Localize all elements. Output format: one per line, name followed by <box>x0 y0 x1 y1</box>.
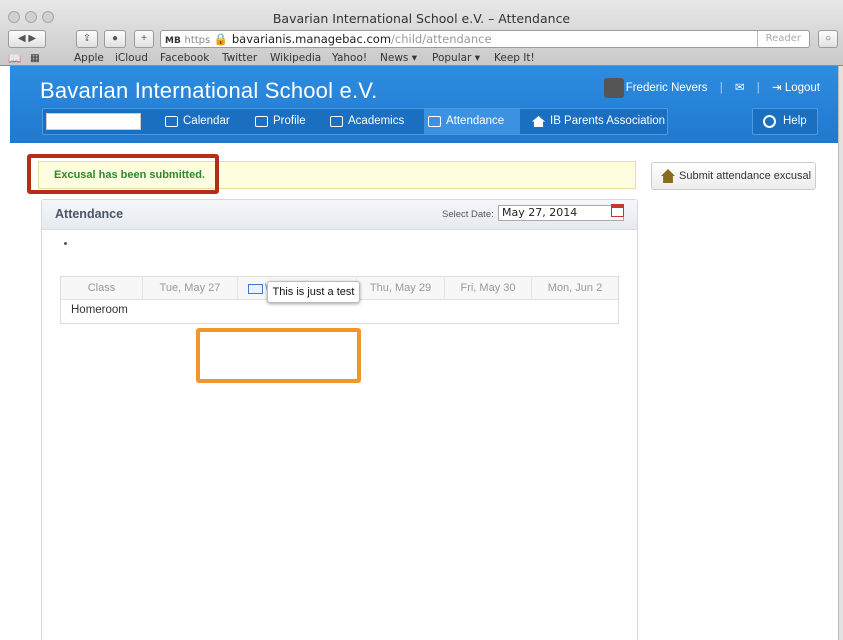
bookmark-news[interactable]: News ▾ <box>380 52 417 64</box>
bullet <box>64 242 67 245</box>
url-domain: bavarianis.managebac.com <box>231 32 392 46</box>
school-name[interactable]: Bavarian International School e.V. <box>40 78 377 104</box>
downloads-button[interactable]: ○ <box>818 30 838 48</box>
divider: | <box>756 82 760 94</box>
bookmark-apple[interactable]: Apple <box>74 52 104 64</box>
lock-icon: 🔒 <box>213 32 229 46</box>
browser-window: Bavarian International School e.V. – Att… <box>0 0 843 640</box>
attendance-table: Class Tue, May 27 Wed, May 28 Thu, May 2… <box>60 276 619 324</box>
highlight-annotation-red <box>27 154 219 194</box>
select-date-label: Select Date: <box>442 209 494 220</box>
calendar-icon[interactable] <box>611 204 624 217</box>
back-forward-buttons[interactable]: ◀ ▶ <box>8 30 46 48</box>
home-icon <box>661 169 675 183</box>
share-button[interactable]: ⇪ <box>76 30 98 48</box>
logout-link[interactable]: Logout <box>785 82 820 94</box>
calendar-icon <box>165 116 178 127</box>
column-header-date: Tue, May 27 <box>143 277 238 299</box>
nav-label: Academics <box>348 115 405 127</box>
reading-list-icon[interactable]: 📖 <box>8 52 21 65</box>
bookmark-facebook[interactable]: Facebook <box>160 52 209 64</box>
messages-icon[interactable]: ✉ <box>735 82 745 94</box>
bookmark-keep-it[interactable]: Keep It! <box>494 52 535 64</box>
site-favicon: MB <box>165 36 181 46</box>
panel-header: Attendance Select Date: May 27, 2014 <box>42 200 637 230</box>
nav-label: Attendance <box>446 115 505 127</box>
history-button[interactable]: ● <box>104 30 126 48</box>
excusal-tooltip: This is just a test <box>267 281 360 303</box>
bookmarks-bar: 📖 ▦ Apple iCloud Facebook Twitter Wikipe… <box>0 52 843 66</box>
address-bar[interactable]: MB https 🔒 bavarianis.managebac.com/chil… <box>160 30 810 48</box>
column-header-date: Fri, May 30 <box>445 277 532 299</box>
user-name-link[interactable]: Frederic Nevers <box>626 82 708 94</box>
browser-toolbar: Bavarian International School e.V. – Att… <box>0 0 843 66</box>
nav-academics[interactable]: Academics <box>326 109 404 134</box>
bookmark-icloud[interactable]: iCloud <box>115 52 148 64</box>
url-scheme: https <box>184 35 211 46</box>
avatar[interactable] <box>603 78 624 98</box>
help-label: Help <box>783 115 807 127</box>
checkbox-icon <box>428 116 441 127</box>
mail-icon[interactable] <box>248 284 263 294</box>
column-header-class: Class <box>61 277 143 299</box>
main-nav: Calendar Profile Academics Attendance IB… <box>42 108 668 135</box>
highlight-annotation-orange <box>196 328 361 383</box>
nav-label: Calendar <box>183 115 230 127</box>
search-input[interactable] <box>46 113 141 130</box>
nav-calendar[interactable]: Calendar <box>161 109 230 134</box>
book-icon <box>330 116 343 127</box>
web-page: Bavarian International School e.V. Frede… <box>0 66 843 640</box>
help-button[interactable]: Help <box>752 108 818 135</box>
scrollbar[interactable] <box>838 66 843 640</box>
url-path: /child/attendance <box>391 32 492 46</box>
lifebuoy-icon <box>763 115 776 128</box>
id-card-icon <box>255 116 268 127</box>
column-header-date: Mon, Jun 2 <box>532 277 618 299</box>
bookmark-popular[interactable]: Popular ▾ <box>432 52 480 64</box>
date-field[interactable]: May 27, 2014 <box>498 205 624 221</box>
home-icon <box>532 116 545 127</box>
bookmark-yahoo[interactable]: Yahoo! <box>332 52 367 64</box>
reader-button[interactable]: Reader <box>756 31 809 47</box>
add-bookmark-button[interactable]: + <box>134 30 154 48</box>
top-sites-icon[interactable]: ▦ <box>30 52 40 64</box>
nav-ib-parents-association[interactable]: IB Parents Association <box>528 109 665 134</box>
nav-profile[interactable]: Profile <box>251 109 306 134</box>
bookmark-wikipedia[interactable]: Wikipedia <box>270 52 321 64</box>
table-row-class: Homeroom <box>71 304 128 316</box>
divider: | <box>719 82 723 94</box>
user-area: Frederic Nevers | ✉ | ⇥ Logout <box>603 78 820 100</box>
bookmark-twitter[interactable]: Twitter <box>222 52 257 64</box>
logout-icon: ⇥ <box>771 82 782 94</box>
attendance-panel: Attendance Select Date: May 27, 2014 Cla… <box>41 199 638 640</box>
excusal-label: Submit attendance excusal <box>679 170 812 182</box>
submit-attendance-excusal-button[interactable]: Submit attendance excusal <box>651 162 816 190</box>
column-header-date: Thu, May 29 <box>357 277 445 299</box>
nav-label: IB Parents Association <box>550 115 666 127</box>
site-header: Bavarian International School e.V. Frede… <box>10 66 838 143</box>
window-title: Bavarian International School e.V. – Att… <box>272 11 571 26</box>
panel-title: Attendance <box>55 207 124 221</box>
nav-attendance[interactable]: Attendance <box>424 109 520 134</box>
nav-label: Profile <box>273 115 306 127</box>
